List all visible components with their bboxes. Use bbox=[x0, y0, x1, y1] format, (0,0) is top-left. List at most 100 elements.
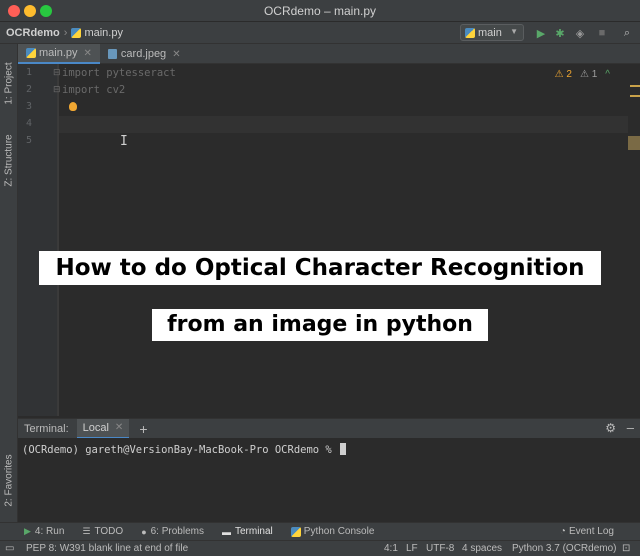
gutter-divider bbox=[58, 64, 59, 416]
close-tab-icon[interactable]: ✕ bbox=[84, 48, 92, 59]
editor-tabs: main.py ✕ card.jpeg ✕ bbox=[18, 44, 640, 64]
minimize-window-button[interactable] bbox=[24, 5, 36, 17]
tool-window-bar: ▶ 4: Run ☰ TODO ● 6: Problems ▬ Terminal… bbox=[0, 522, 640, 540]
run-icon: ▶ bbox=[24, 526, 31, 536]
terminal-header: Terminal: Local ✕ + ⚙ – bbox=[18, 418, 640, 439]
terminal-prompt-text: (OCRdemo) gareth@VersionBay-MacBook-Pro … bbox=[22, 444, 339, 456]
stop-icon[interactable]: ■ bbox=[595, 26, 609, 40]
caret-position[interactable]: 4:1 bbox=[384, 543, 398, 554]
indent-setting[interactable]: 4 spaces bbox=[462, 543, 502, 554]
favorites-tool-tab[interactable]: 2: Favorites bbox=[0, 444, 18, 516]
hide-panel-icon[interactable]: – bbox=[627, 420, 634, 435]
line-number: 2 bbox=[25, 84, 32, 95]
run-tool-label: 4: Run bbox=[34, 526, 65, 537]
line-number: 3 bbox=[25, 101, 32, 112]
terminal-title: Terminal: bbox=[24, 422, 69, 435]
left-tool-strip: 1: Project Z: Structure 2: Favorites bbox=[0, 44, 18, 522]
project-tool-label: 1: Project bbox=[3, 61, 15, 105]
python-file-icon bbox=[71, 27, 82, 38]
current-line-highlight bbox=[58, 116, 628, 133]
line-number: 4 bbox=[25, 118, 32, 129]
code-line: import pytesseract bbox=[62, 67, 176, 79]
python-interpreter[interactable]: Python 3.7 (OCRdemo) bbox=[512, 543, 617, 554]
debug-icon[interactable]: ✱ bbox=[553, 26, 567, 40]
search-icon[interactable]: ⌕ bbox=[620, 26, 634, 40]
favorites-tool-label: 2: Favorites bbox=[3, 453, 15, 507]
problems-tool-button[interactable]: ● 6: Problems bbox=[141, 526, 204, 537]
coverage-icon[interactable]: ◈ bbox=[573, 26, 587, 40]
list-icon: ☰ bbox=[82, 526, 91, 536]
run-configuration-label: main bbox=[478, 26, 502, 39]
todo-tool-button[interactable]: ☰ TODO bbox=[82, 526, 123, 537]
lightbulb-icon[interactable] bbox=[69, 102, 77, 111]
chevron-down-icon: ▼ bbox=[510, 27, 518, 36]
inspection-widget[interactable]: ⚠ 2 ⚠ 1 ^ bbox=[555, 69, 610, 80]
python-icon bbox=[290, 526, 301, 537]
line-separator[interactable]: LF bbox=[406, 543, 418, 554]
structure-tool-tab[interactable]: Z: Structure bbox=[0, 122, 18, 198]
tab-card-jpeg[interactable]: card.jpeg ✕ bbox=[100, 44, 189, 64]
line-number: 5 bbox=[25, 135, 32, 146]
gear-icon[interactable]: ⚙ bbox=[605, 421, 616, 435]
inspection-toggle-icon: ^ bbox=[605, 69, 610, 80]
maximize-window-button[interactable] bbox=[40, 5, 52, 17]
terminal-tool-button[interactable]: ▬ Terminal bbox=[222, 526, 273, 537]
tab-main-py[interactable]: main.py ✕ bbox=[18, 44, 100, 64]
new-terminal-icon[interactable]: + bbox=[139, 421, 147, 437]
terminal-icon: ▬ bbox=[221, 526, 231, 537]
terminal-tab-local[interactable]: Local ✕ bbox=[76, 418, 130, 439]
warning-stripe-mark[interactable] bbox=[630, 95, 640, 97]
fold-marker-icon[interactable]: ⊟ bbox=[53, 67, 61, 78]
status-bar: ▭ PEP 8: W391 blank line at end of file … bbox=[0, 540, 640, 556]
weak-warning-icon: ⚠ bbox=[579, 69, 589, 80]
event-log-button[interactable]: ◔ Event Log bbox=[560, 526, 614, 537]
python-console-tool-button[interactable]: Python Console bbox=[290, 526, 374, 537]
weak-warning-count-value: 1 bbox=[591, 69, 598, 80]
run-icon[interactable]: ▶ bbox=[534, 26, 548, 40]
todo-tool-label: TODO bbox=[94, 526, 124, 537]
image-file-icon bbox=[107, 49, 117, 59]
close-tab-icon[interactable]: ✕ bbox=[172, 49, 180, 60]
file-encoding[interactable]: UTF-8 bbox=[426, 543, 454, 554]
terminal-prompt: (OCRdemo) gareth@VersionBay-MacBook-Pro … bbox=[22, 443, 347, 456]
terminal-panel[interactable]: (OCRdemo) gareth@VersionBay-MacBook-Pro … bbox=[18, 438, 640, 522]
breadcrumb-file[interactable]: main.py bbox=[84, 27, 123, 39]
warning-stripe-mark[interactable] bbox=[630, 85, 640, 87]
scroll-thumb[interactable] bbox=[628, 136, 640, 150]
mouse-text-cursor: I bbox=[120, 134, 128, 149]
structure-tool-label: Z: Structure bbox=[3, 133, 15, 187]
tab-label: main.py bbox=[39, 47, 78, 59]
run-tool-button[interactable]: ▶ 4: Run bbox=[24, 526, 64, 537]
run-configuration-select[interactable]: main ▼ bbox=[460, 24, 524, 41]
code-editor[interactable]: 1 2 3 4 5 ⊟ ⊟ import pytesseract import … bbox=[18, 64, 640, 416]
warning-count: ⚠ 2 bbox=[555, 69, 572, 80]
project-tool-tab[interactable]: 1: Project bbox=[0, 50, 18, 116]
fold-marker-icon[interactable]: ⊟ bbox=[53, 84, 61, 95]
status-message: PEP 8: W391 blank line at end of file bbox=[26, 543, 189, 554]
line-number: 1 bbox=[25, 67, 32, 78]
python-icon bbox=[465, 27, 475, 38]
error-stripe[interactable] bbox=[628, 64, 640, 416]
terminal-tab-label: Local bbox=[82, 421, 109, 434]
code-line: import cv2 bbox=[62, 84, 126, 96]
warning-count-value: 2 bbox=[566, 69, 572, 80]
problems-tool-label: 6: Problems bbox=[150, 526, 204, 537]
breadcrumb: OCRdemo › main.py bbox=[0, 27, 123, 39]
event-log-icon: ◔ bbox=[559, 526, 566, 537]
tab-label: card.jpeg bbox=[120, 48, 167, 60]
overlay-caption-line-2: from an image in python bbox=[152, 309, 488, 341]
event-log-label: Event Log bbox=[568, 526, 614, 537]
breadcrumb-project[interactable]: OCRdemo bbox=[6, 27, 60, 39]
title-bar: OCRdemo – main.py bbox=[0, 0, 640, 22]
close-tab-icon[interactable]: ✕ bbox=[115, 422, 123, 433]
close-window-button[interactable] bbox=[8, 5, 20, 17]
breadcrumb-separator: › bbox=[63, 26, 68, 39]
navigation-bar: OCRdemo › main.py main ▼ ▶ ✱ ◈ ■ ⌕ bbox=[0, 22, 640, 44]
window-title: OCRdemo – main.py bbox=[263, 4, 377, 18]
terminal-cursor bbox=[340, 443, 347, 455]
python-file-icon bbox=[26, 48, 36, 58]
overlay-caption-line-1: How to do Optical Character Recognition bbox=[39, 251, 601, 285]
status-bar-toggle-icon[interactable]: ▭ bbox=[5, 543, 14, 554]
terminal-tool-label: Terminal bbox=[234, 526, 273, 537]
lock-icon[interactable]: ⊡ bbox=[622, 543, 630, 554]
